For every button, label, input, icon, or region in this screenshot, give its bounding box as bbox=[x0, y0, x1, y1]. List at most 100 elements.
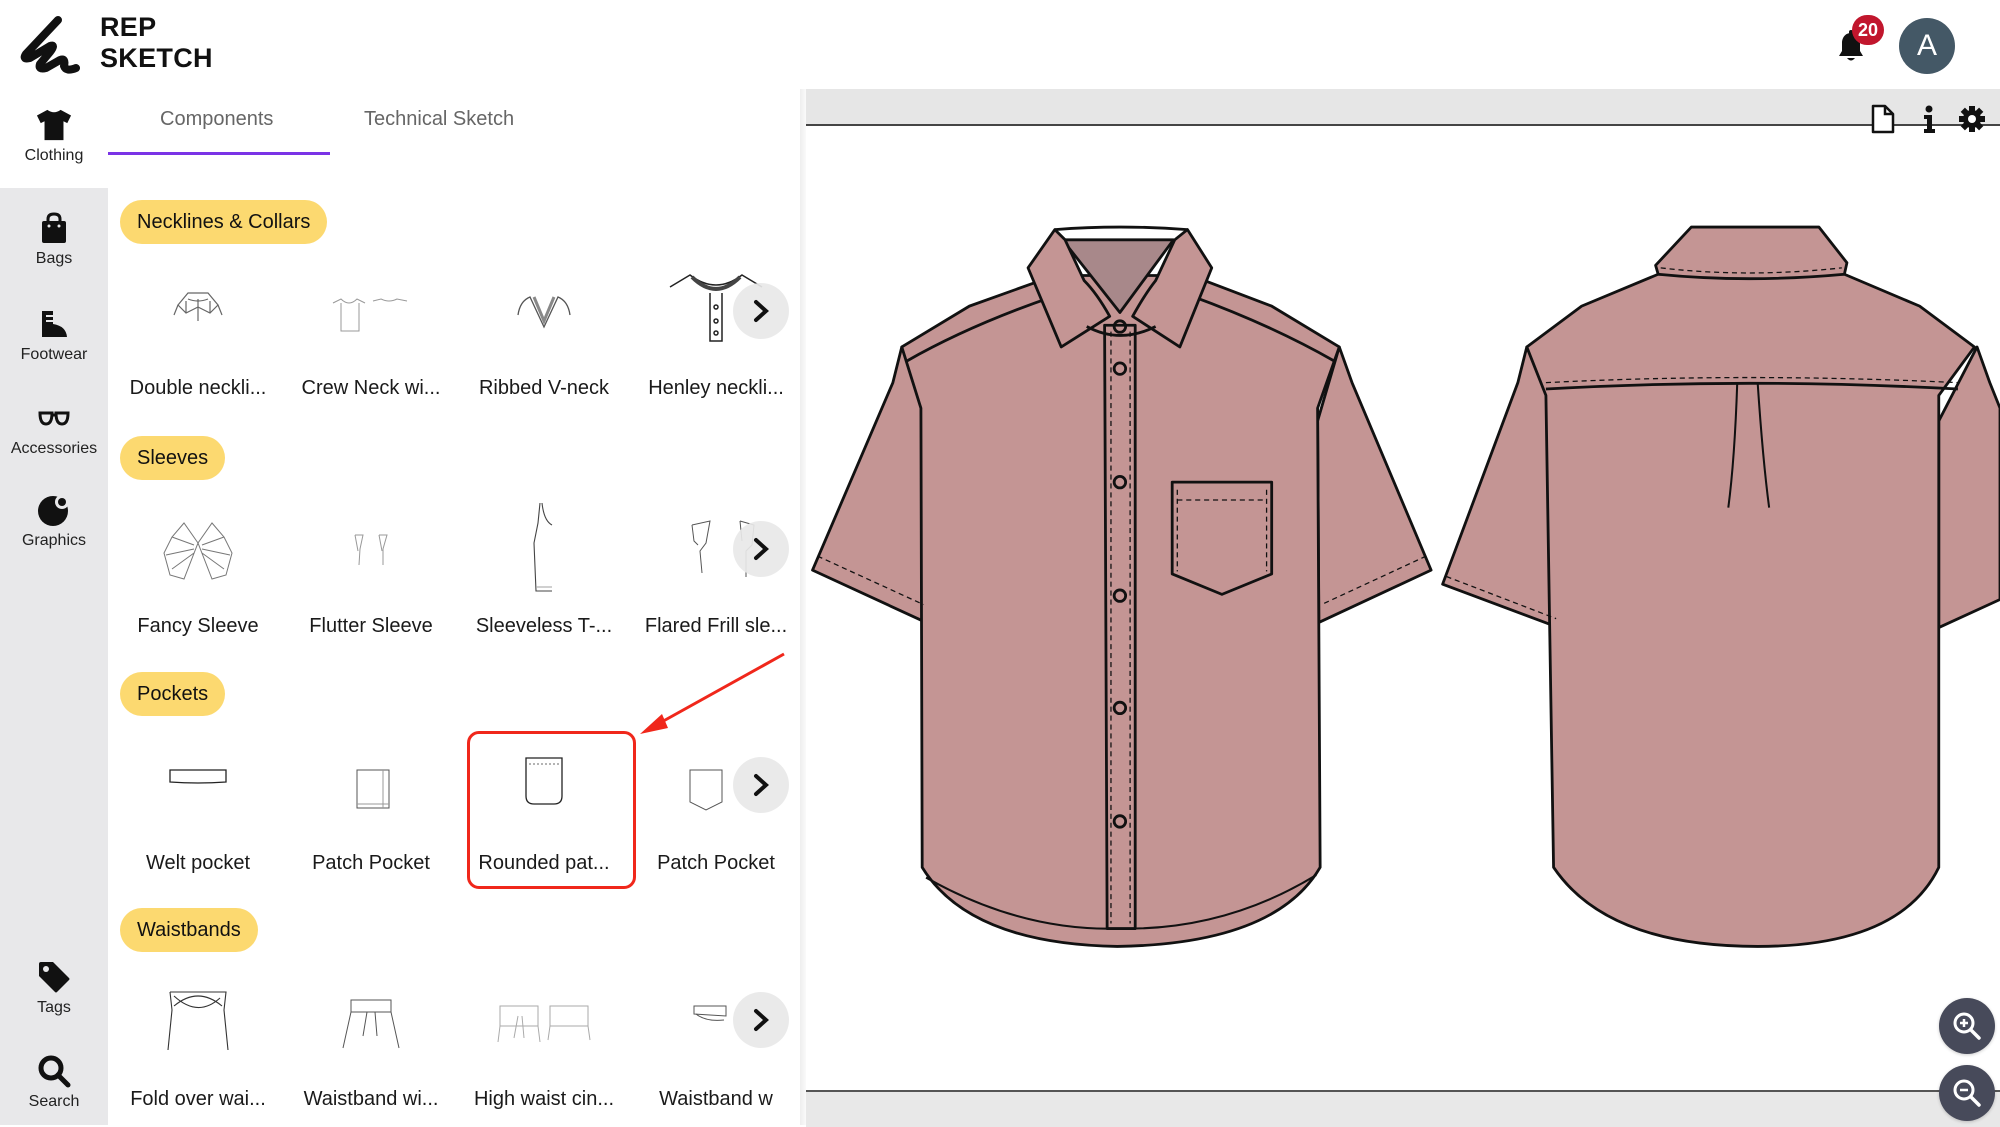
component-name: Flared Frill sle... bbox=[644, 615, 788, 637]
logo-line-2: SKETCH bbox=[100, 43, 213, 73]
category-pill-sleeves[interactable]: Sleeves bbox=[120, 436, 226, 480]
category-pill-waistbands[interactable]: Waistbands bbox=[120, 908, 258, 952]
document-icon[interactable] bbox=[1869, 104, 1897, 134]
annotation-arrow-icon bbox=[640, 652, 785, 734]
patch-pocket-thumbnail bbox=[356, 769, 390, 809]
sidebar-label: Bags bbox=[35, 250, 73, 267]
component-name: Fancy Sleeve bbox=[137, 615, 259, 637]
info-icon[interactable] bbox=[1915, 104, 1943, 134]
canvas-toolbar bbox=[806, 89, 2000, 126]
next-arrow-button[interactable] bbox=[733, 757, 789, 813]
next-arrow-button[interactable] bbox=[733, 521, 789, 577]
zoom-out-icon bbox=[1953, 1079, 1981, 1107]
component-name: Double neckli... bbox=[129, 377, 267, 399]
category-sidebar: Clothing Bags Footwear Accessories Graph… bbox=[0, 89, 108, 1125]
logo-line-1: REP bbox=[100, 12, 157, 42]
category-pill-necklines[interactable]: Necklines & Collars bbox=[120, 200, 328, 244]
tab-components[interactable]: Components bbox=[160, 108, 273, 131]
sidebar-item-clothing[interactable]: Clothing bbox=[0, 89, 108, 188]
canvas-bottom-bar bbox=[806, 1090, 2000, 1127]
back-right-sleeve bbox=[1937, 345, 2000, 629]
shirt-front-view bbox=[811, 225, 1433, 948]
double-neckline-thumbnail bbox=[173, 292, 223, 321]
chevron-right-icon bbox=[754, 1009, 769, 1031]
component-name: Ribbed V-neck bbox=[478, 377, 610, 399]
sidebar-item-graphics[interactable]: Graphics bbox=[0, 492, 108, 550]
zoom-in-icon bbox=[1953, 1012, 1981, 1040]
zoom-out-button[interactable] bbox=[1939, 1065, 1995, 1121]
fold-over-waistband-thumbnail bbox=[167, 991, 229, 1051]
sidebar-label: Footwear bbox=[20, 346, 88, 363]
component-item[interactable]: High waist cin... bbox=[459, 976, 629, 1126]
logo-mark-icon bbox=[20, 16, 80, 74]
component-item[interactable]: Flutter Sleeve bbox=[286, 503, 456, 653]
active-tab-indicator bbox=[108, 152, 330, 155]
chevron-right-icon bbox=[754, 300, 769, 322]
component-name: Patch Pocket bbox=[312, 852, 430, 874]
crew-neck-thumbnail bbox=[332, 298, 408, 332]
component-item[interactable]: Double neckli... bbox=[113, 265, 283, 415]
glasses-icon bbox=[36, 400, 72, 436]
next-arrow-button[interactable] bbox=[733, 992, 789, 1048]
back-collar bbox=[1654, 225, 1849, 281]
flutter-sleeve-thumbnail bbox=[354, 534, 388, 566]
fancy-sleeve-thumbnail bbox=[163, 522, 233, 580]
sidebar-label: Graphics bbox=[21, 532, 87, 549]
sidebar-item-bags[interactable]: Bags bbox=[0, 210, 108, 268]
back-left-sleeve bbox=[1441, 345, 1561, 629]
notification-badge[interactable]: 20 bbox=[1852, 15, 1884, 45]
component-name: Waistband w bbox=[659, 1088, 773, 1110]
sidebar-item-footwear[interactable]: Footwear bbox=[0, 306, 108, 364]
tab-technical-sketch[interactable]: Technical Sketch bbox=[364, 108, 514, 131]
bag-icon bbox=[36, 210, 72, 246]
zoom-in-button[interactable] bbox=[1939, 998, 1995, 1054]
welt-pocket-thumbnail bbox=[169, 769, 227, 784]
front-body bbox=[900, 274, 1341, 948]
sleeveless-top-thumbnail bbox=[533, 503, 553, 592]
sidebar-label: Tags bbox=[37, 999, 71, 1016]
component-item[interactable]: Ribbed V-neck bbox=[459, 265, 629, 415]
shirt-back-view bbox=[1441, 225, 2000, 948]
component-item[interactable]: Fancy Sleeve bbox=[113, 503, 283, 653]
sidebar-item-tags[interactable]: Tags bbox=[0, 959, 108, 1017]
component-item[interactable]: Welt pocket bbox=[113, 740, 283, 890]
component-name: Crew Neck wi... bbox=[301, 377, 441, 399]
selection-highlight-box bbox=[467, 731, 636, 889]
high-waist-cinch-thumbnail bbox=[497, 1005, 591, 1043]
tag-icon bbox=[36, 959, 72, 995]
boot-icon bbox=[36, 306, 72, 342]
component-item[interactable]: Patch Pocket bbox=[286, 740, 456, 890]
sidebar-item-search[interactable]: Search bbox=[0, 1053, 108, 1111]
component-item[interactable]: Fold over wai... bbox=[113, 976, 283, 1126]
component-item[interactable]: Crew Neck wi... bbox=[286, 265, 456, 415]
component-item[interactable]: Waistband wi... bbox=[286, 976, 456, 1126]
panel-divider bbox=[800, 89, 806, 1125]
component-item[interactable]: Sleeveless T-... bbox=[459, 503, 629, 653]
app-logo-text: REP SKETCH bbox=[100, 12, 213, 74]
next-arrow-button[interactable] bbox=[733, 283, 789, 339]
sidebar-item-accessories[interactable]: Accessories bbox=[0, 400, 108, 458]
tshirt-icon bbox=[36, 107, 72, 143]
settings-icon[interactable] bbox=[1958, 104, 1986, 134]
component-name: Henley neckli... bbox=[648, 377, 784, 399]
inner-collar bbox=[1061, 238, 1175, 314]
sidebar-label: Clothing bbox=[24, 147, 84, 164]
chevron-right-icon bbox=[754, 774, 769, 796]
chest-pocket bbox=[1170, 480, 1274, 596]
search-icon bbox=[36, 1053, 72, 1089]
front-right-sleeve bbox=[1316, 345, 1433, 624]
placket bbox=[1103, 323, 1137, 930]
component-name: Welt pocket bbox=[145, 852, 251, 874]
component-name: Fold over wai... bbox=[130, 1088, 266, 1110]
component-name: Sleeveless T-... bbox=[475, 615, 613, 637]
waistband-drawstring-thumbnail bbox=[342, 999, 400, 1049]
chevron-right-icon bbox=[754, 538, 769, 560]
collar-right bbox=[1131, 228, 1214, 349]
component-name: Patch Pocket bbox=[657, 852, 775, 874]
back-body bbox=[1525, 272, 1976, 948]
ribbed-v-neck-thumbnail bbox=[517, 296, 571, 329]
component-name: Flutter Sleeve bbox=[309, 615, 433, 637]
category-pill-pockets[interactable]: Pockets bbox=[120, 672, 226, 716]
user-avatar[interactable]: A bbox=[1899, 18, 1955, 74]
sidebar-label: Accessories bbox=[10, 440, 98, 457]
